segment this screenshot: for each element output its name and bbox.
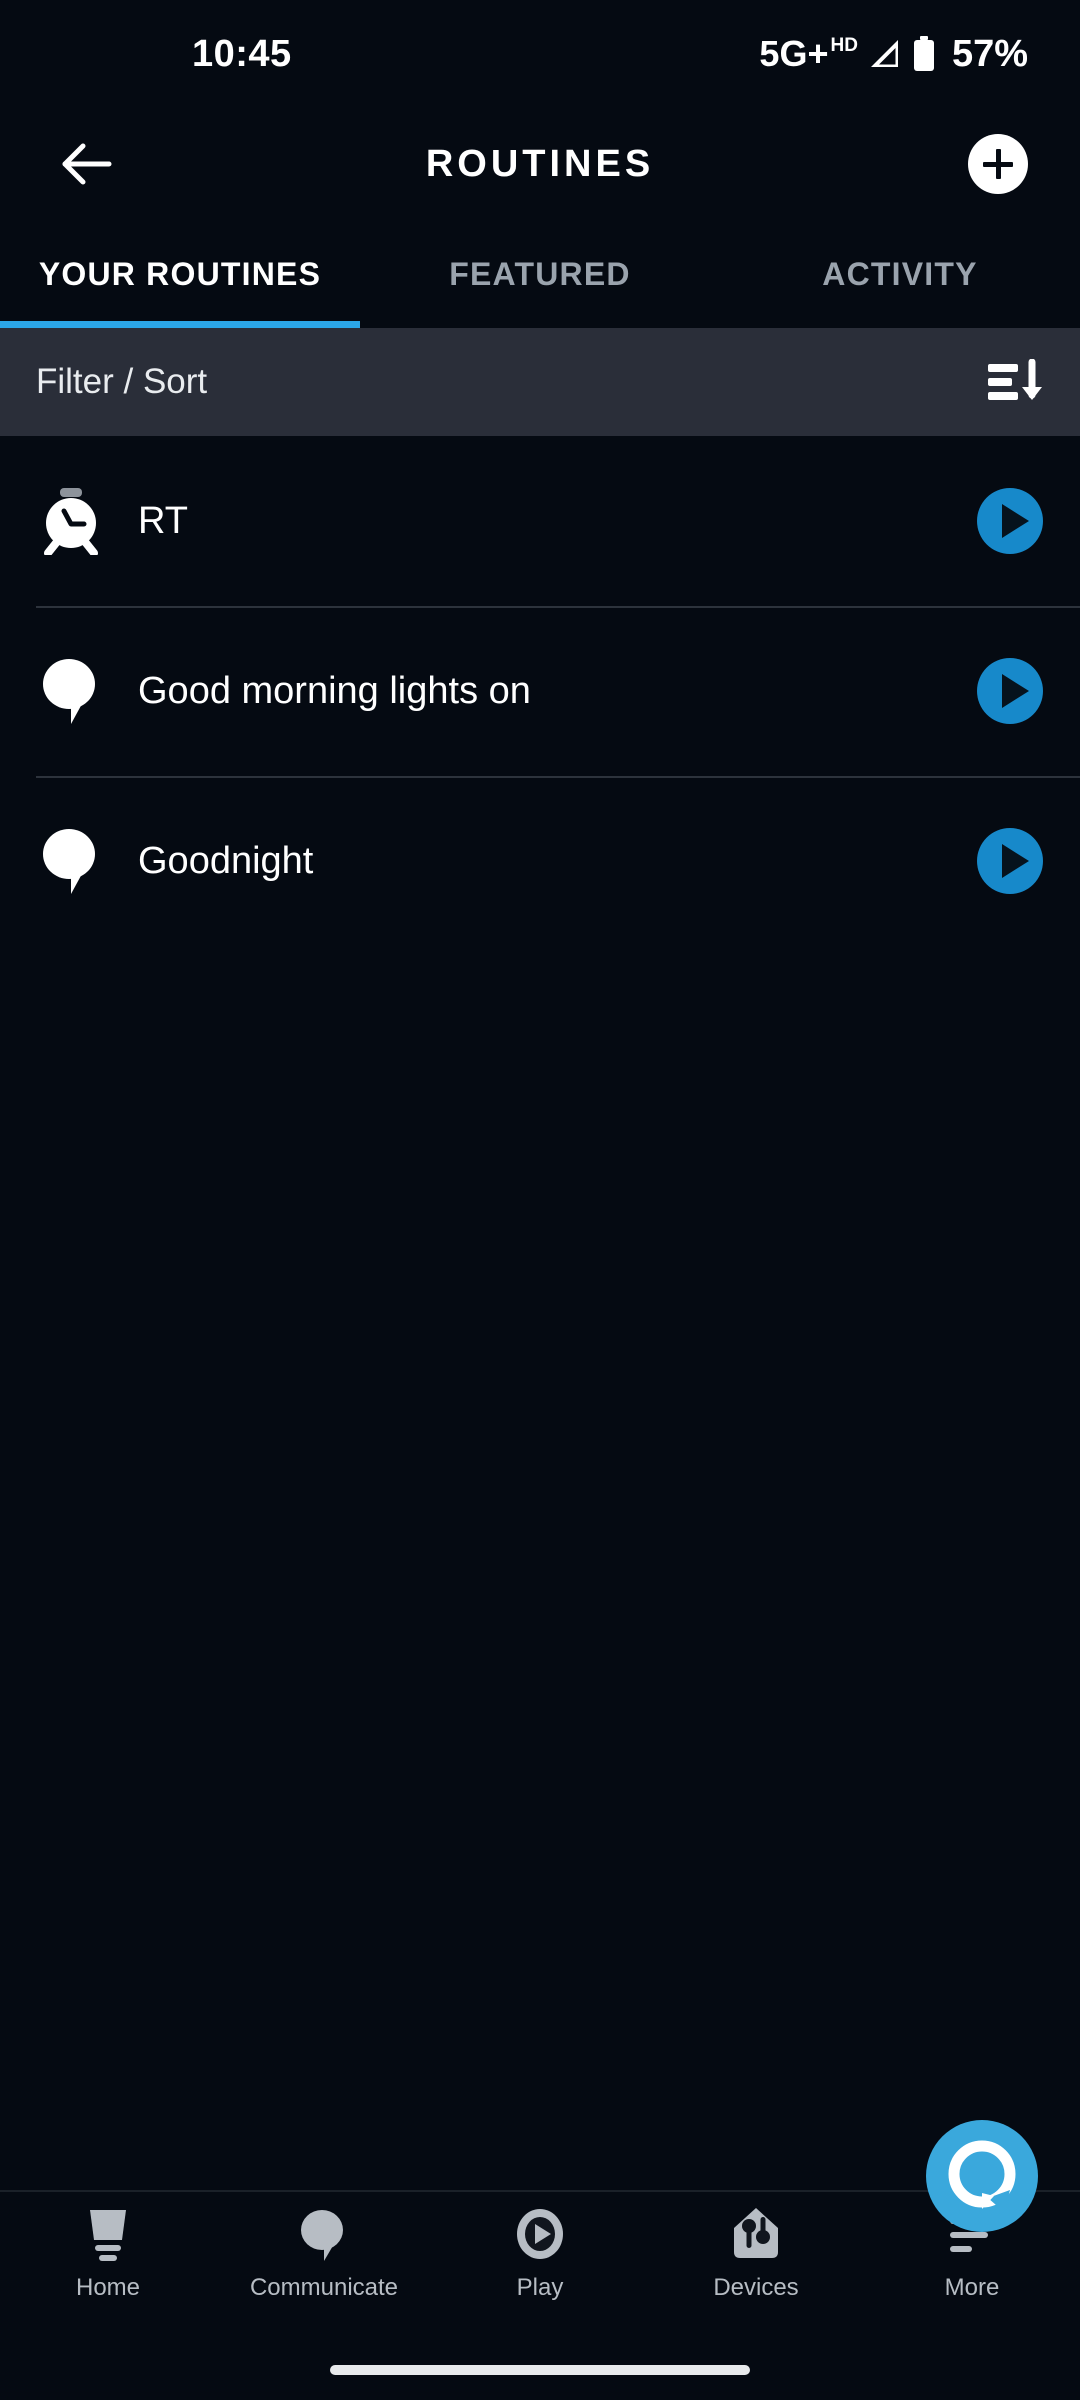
nav-label-play: Play	[516, 2274, 564, 2301]
home-gesture-bar[interactable]	[330, 2365, 750, 2375]
status-bar: 10:45 5G + HD 57%	[0, 0, 1080, 108]
filter-sort-bar[interactable]: Filter / Sort	[0, 328, 1080, 436]
signal-bars-icon	[870, 40, 898, 67]
nav-label-home: Home	[75, 2274, 141, 2301]
network-plus-text: +	[807, 33, 829, 74]
app-screen: 10:45 5G + HD 57% ROUTINES YOUR ROUTINES…	[0, 0, 1080, 2400]
sort-descending-icon[interactable]	[988, 359, 1044, 405]
nav-item-devices[interactable]: Devices	[648, 2206, 864, 2340]
bottom-navigation: Home Communicate Play Devices More	[0, 2190, 1080, 2340]
alexa-voice-button[interactable]	[926, 2120, 1038, 2232]
routine-row[interactable]: RT	[0, 436, 1080, 606]
tab-bar: YOUR ROUTINES FEATURED ACTIVITY	[0, 220, 1080, 328]
routine-row[interactable]: Goodnight	[0, 776, 1080, 946]
status-time: 10:45	[192, 32, 292, 75]
app-header: ROUTINES	[0, 108, 1080, 220]
status-indicators: 5G + HD 57%	[759, 33, 1028, 76]
play-circle-icon	[512, 2206, 568, 2262]
filter-sort-label: Filter / Sort	[36, 362, 208, 401]
hd-voice-label: HD	[830, 35, 858, 56]
routines-list: RT Good morning lights on Goodnight	[0, 436, 1080, 2190]
network-type-text: 5G	[759, 33, 808, 74]
nav-label-devices: Devices	[713, 2274, 799, 2301]
speech-bubble-icon	[296, 2206, 352, 2262]
add-routine-button[interactable]	[968, 134, 1028, 194]
devices-home-icon	[728, 2206, 784, 2262]
battery-icon	[913, 36, 934, 71]
tab-your-routines[interactable]: YOUR ROUTINES	[0, 220, 360, 328]
tab-activity-label: ACTIVITY	[822, 255, 978, 292]
network-type-label: 5G + HD	[759, 33, 858, 75]
gesture-bar-area	[0, 2340, 1080, 2400]
page-title: ROUTINES	[425, 142, 655, 185]
routine-name: Goodnight	[138, 839, 314, 882]
routine-name: RT	[138, 499, 188, 542]
tab-featured-label: FEATURED	[449, 255, 631, 292]
speech-bubble-icon	[36, 656, 106, 726]
tab-your-routines-label: YOUR ROUTINES	[38, 255, 322, 292]
alarm-clock-icon	[36, 486, 106, 556]
speech-bubble-icon	[36, 826, 106, 896]
nav-label-more: More	[944, 2274, 1000, 2301]
nav-item-play[interactable]: Play	[432, 2206, 648, 2340]
routine-name: Good morning lights on	[138, 669, 531, 712]
routine-play-button[interactable]	[976, 487, 1044, 555]
plus-icon	[968, 134, 1028, 194]
battery-percent-label: 57%	[951, 32, 1028, 75]
routine-play-button[interactable]	[976, 827, 1044, 895]
back-button[interactable]	[52, 129, 122, 199]
nav-item-communicate[interactable]: Communicate	[216, 2206, 432, 2340]
routine-row[interactable]: Good morning lights on	[0, 606, 1080, 776]
nav-item-home[interactable]: Home	[0, 2206, 216, 2340]
nav-label-communicate: Communicate	[249, 2274, 399, 2301]
tab-activity[interactable]: ACTIVITY	[720, 220, 1080, 328]
home-icon	[80, 2206, 136, 2262]
back-arrow-icon	[62, 143, 112, 185]
tab-featured[interactable]: FEATURED	[360, 220, 720, 328]
routine-play-button[interactable]	[976, 657, 1044, 725]
